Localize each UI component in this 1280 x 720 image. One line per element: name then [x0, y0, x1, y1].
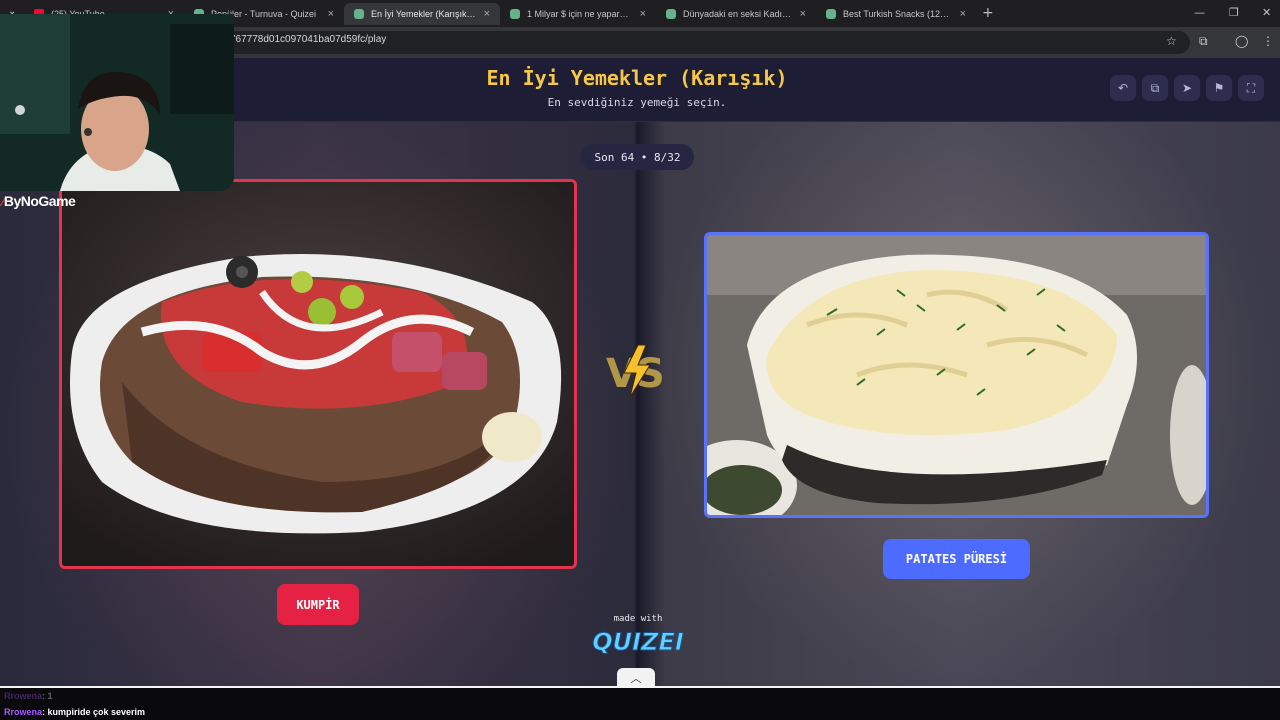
scroll-up-button[interactable]: ︿ [617, 668, 655, 686]
webcam-feed [0, 14, 234, 191]
close-icon[interactable]: × [484, 8, 490, 20]
fullscreen-icon: ⛶ [1246, 80, 1256, 95]
flag-icon: ⚑ [1213, 81, 1225, 95]
undo-button[interactable]: ↶ [1110, 75, 1136, 101]
bookmark-star-icon[interactable]: ☆ [1166, 34, 1177, 48]
fullscreen-button[interactable]: ⛶ [1238, 75, 1264, 101]
quizei-icon [826, 9, 836, 19]
chat-message: Rrowena: 1 [4, 691, 53, 701]
svg-text:QUIZEI: QUIZEI [592, 628, 684, 656]
tab-label: Best Turkish Snacks (128) - Qui [843, 9, 953, 19]
tab-best-turkish-snacks[interactable]: Best Turkish Snacks (128) - Qui × [816, 3, 976, 25]
close-icon[interactable]: × [960, 8, 966, 20]
window-close-icon[interactable]: ✕ [1262, 6, 1271, 19]
quizei-logo[interactable]: QUIZEI [592, 624, 684, 657]
restore-icon[interactable]: ❐ [1229, 6, 1239, 19]
copy-button[interactable]: ⧉ [1142, 75, 1168, 101]
minimize-icon[interactable]: — [1194, 6, 1205, 19]
quizei-icon [666, 9, 676, 19]
report-button[interactable]: ⚑ [1206, 75, 1232, 101]
made-with-label: made with [613, 614, 663, 624]
patates-puresi-choice-button[interactable]: PATATES PÜRESİ [883, 539, 1030, 579]
center-divider [636, 122, 640, 686]
patates-puresi-image [707, 235, 1206, 515]
close-icon[interactable]: × [640, 8, 646, 20]
tab-label: En İyi Yemekler (Karışık) - Quiz [371, 9, 477, 19]
kumpir-choice-button[interactable]: KUMPİR [277, 584, 359, 625]
round-progress-badge: Son 64 • 8/32 [581, 144, 694, 170]
profile-icon[interactable]: ◯ [1235, 34, 1248, 48]
channel-brand: ⁄ByNoGame [2, 193, 76, 209]
chat-message: Rrowena: kumpiride çok severim [4, 707, 145, 717]
chat-username: Rrowena [4, 707, 43, 717]
quizei-icon [510, 9, 520, 19]
right-food-card[interactable] [704, 232, 1209, 518]
send-icon: ➤ [1181, 81, 1193, 95]
chat-username: Rrowena [4, 691, 43, 701]
webcam-overlay [0, 14, 234, 191]
quizei-icon [354, 9, 364, 19]
share-button[interactable]: ➤ [1174, 75, 1200, 101]
versus-icon: V S [606, 344, 665, 398]
url-text[interactable]: 767778d01c097041ba07d59fc/play [230, 34, 386, 45]
copy-icon: ⧉ [1150, 80, 1160, 95]
stream-chat: Rrowena: 1 Rrowena: kumpiride çok severi… [0, 686, 1280, 720]
chat-text: : 1 [42, 691, 53, 701]
left-food-card[interactable] [59, 179, 577, 569]
tab-en-iyi-yemekler[interactable]: En İyi Yemekler (Karışık) - Quiz × [344, 3, 500, 25]
brand-text: ByNoGame [3, 193, 76, 209]
chat-text: : kumpiride çok severim [42, 707, 146, 717]
tab-1-milyar[interactable]: 1 Milyar $ için ne yaparsın? - Q × [500, 3, 656, 25]
tab-label: 1 Milyar $ için ne yaparsın? - Q [527, 9, 633, 19]
new-tab-button[interactable]: + [982, 5, 994, 21]
tab-label: Dünyadaki en seksi Kadın kim [683, 9, 793, 19]
undo-icon: ↶ [1117, 81, 1129, 95]
close-icon[interactable]: × [800, 8, 806, 20]
extensions-icon[interactable]: ⧉ [1199, 34, 1208, 49]
close-icon[interactable]: × [328, 8, 334, 20]
tab-dunyadaki[interactable]: Dünyadaki en seksi Kadın kim × [656, 3, 816, 25]
menu-icon[interactable]: ⋮ [1262, 34, 1274, 48]
kumpir-image [62, 182, 574, 566]
chevron-up-icon: ︿ [630, 672, 642, 685]
